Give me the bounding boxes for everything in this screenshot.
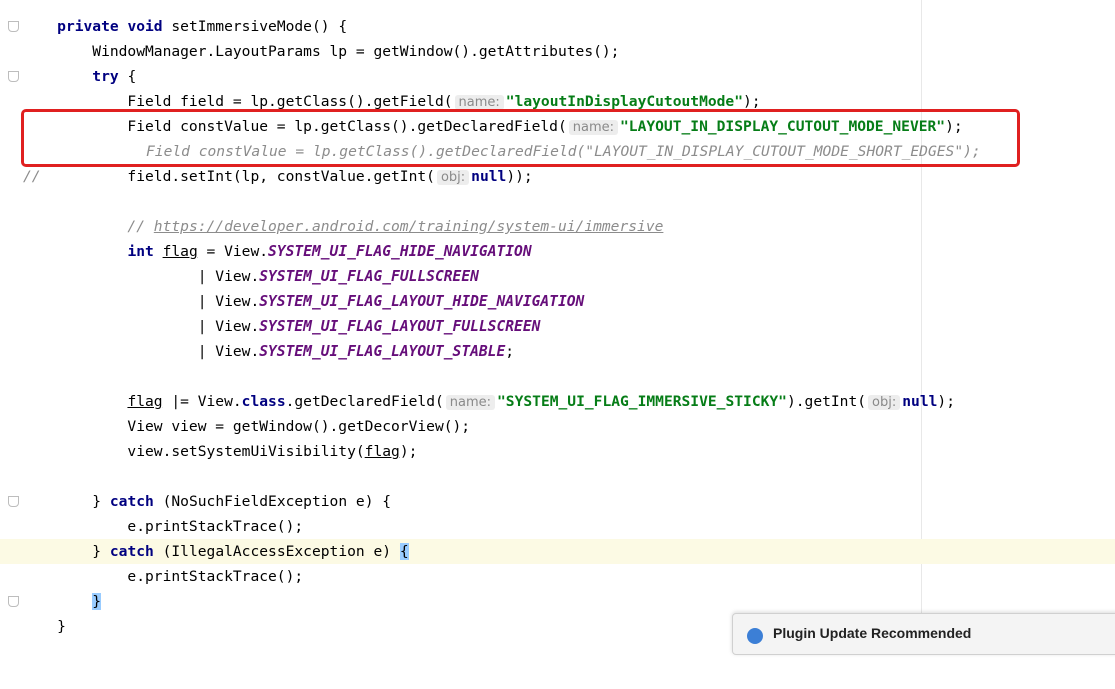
info-icon <box>747 628 763 644</box>
string-literal: "layoutInDisplayCutoutMode" <box>505 93 744 110</box>
code-line: int flag = View.SYSTEM_UI_FLAG_HIDE_NAVI… <box>127 243 532 260</box>
code-line: | View.SYSTEM_UI_FLAG_LAYOUT_STABLE; <box>22 343 515 360</box>
notification-title: Plugin Update Recommended <box>773 625 972 641</box>
code-line: field.setInt(lp, constValue.getInt(obj: n… <box>22 168 533 185</box>
param-hint: name: <box>454 95 504 110</box>
param-hint: obj: <box>436 170 470 185</box>
code-line: } catch (NoSuchFieldException e) { <box>22 493 392 510</box>
param-hint: name: <box>445 395 496 410</box>
matched-brace: { <box>399 543 409 560</box>
constant: SYSTEM_UI_FLAG_HIDE_NAVIGATION <box>268 243 532 260</box>
code-line: | View.SYSTEM_UI_FLAG_LAYOUT_FULLSCREEN <box>22 318 541 335</box>
code-line: private void setImmersiveMode() { <box>57 18 348 35</box>
constant: SYSTEM_UI_FLAG_FULLSCREEN <box>259 268 479 285</box>
param-hint: obj: <box>868 395 901 410</box>
constant: SYSTEM_UI_FLAG_LAYOUT_HIDE_NAVIGATION <box>259 293 585 310</box>
constant: SYSTEM_UI_FLAG_LAYOUT_STABLE <box>259 343 506 360</box>
exception-type: NoSuchFieldException <box>171 493 348 510</box>
code-line: View view = getWindow().getDecorView(); <box>22 418 471 435</box>
string-literal: "SYSTEM_UI_FLAG_IMMERSIVE_STICKY" <box>497 393 787 410</box>
exception-type: IllegalAccessException <box>171 543 365 560</box>
constant: SYSTEM_UI_FLAG_LAYOUT_FULLSCREEN <box>259 318 541 335</box>
code-line: } <box>0 589 1115 614</box>
code-line: WindowManager.LayoutParams lp = getWindo… <box>22 43 620 60</box>
code-line: // https://developer.android.com/trainin… <box>22 218 664 235</box>
comment-link[interactable]: https://developer.android.com/training/s… <box>154 218 664 235</box>
code-line: view.setSystemUiVisibility(flag); <box>22 443 418 460</box>
matched-brace: } <box>92 593 102 610</box>
code-line: e.printStackTrace(); <box>22 568 304 585</box>
code-line: e.printStackTrace(); <box>22 518 304 535</box>
plugin-update-notification[interactable]: Plugin Update Recommended <box>732 613 1115 655</box>
code-line: flag |= View.class.getDeclaredField(name… <box>127 393 955 410</box>
highlight-annotation-box <box>21 109 1020 167</box>
code-line: try { <box>92 68 137 85</box>
code-line: | View.SYSTEM_UI_FLAG_FULLSCREEN <box>22 268 479 285</box>
code-line: | View.SYSTEM_UI_FLAG_LAYOUT_HIDE_NAVIGA… <box>22 293 585 310</box>
code-line-current: } catch (IllegalAccessException e) { <box>0 539 1115 564</box>
